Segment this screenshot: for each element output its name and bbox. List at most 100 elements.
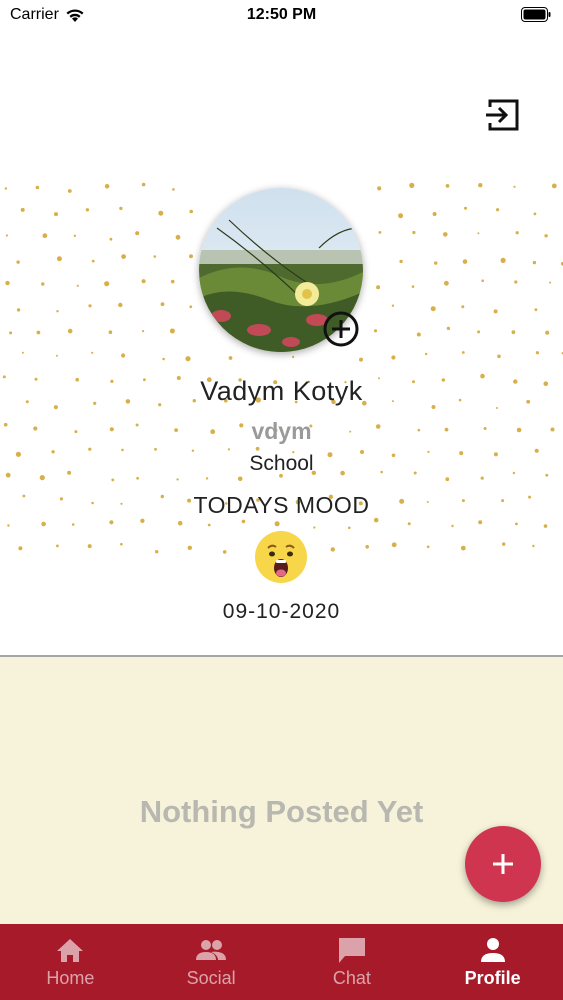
confetti-dot — [120, 542, 123, 546]
confetti-dot — [109, 237, 113, 241]
nav-label-social: Social — [186, 968, 236, 988]
confetti-dot — [446, 326, 451, 331]
confetti-dot — [140, 518, 145, 523]
confetti-dot — [56, 544, 59, 548]
confetti-dot — [7, 524, 10, 527]
confetti-dot — [532, 544, 535, 548]
confetti-dot — [56, 256, 62, 262]
confetti-dot — [533, 212, 537, 216]
confetti-dot — [227, 448, 230, 451]
confetti-dot — [411, 285, 415, 288]
confetti-dot — [255, 446, 260, 451]
confetti-dot — [41, 521, 46, 527]
confetti-dot — [502, 542, 506, 546]
confetti-dot — [481, 279, 485, 282]
confetti-dot — [464, 206, 467, 210]
confetti-dot — [376, 285, 381, 290]
confetti-dot — [104, 184, 110, 189]
confetti-dot — [445, 184, 450, 188]
mood-label: TODAYS MOOD — [193, 492, 370, 518]
chat-icon — [338, 938, 365, 963]
confetti-dot — [460, 545, 466, 551]
surprised-face-emoji[interactable] — [254, 530, 308, 584]
confetti-dot — [205, 477, 209, 480]
confetti-dot — [141, 279, 146, 284]
confetti-dot — [55, 354, 58, 357]
confetti-dot — [119, 206, 123, 211]
add-circle-icon[interactable] — [322, 310, 360, 348]
confetti-dot — [412, 230, 416, 235]
confetti-dot — [41, 282, 45, 286]
people-icon — [196, 940, 227, 960]
confetti-dot — [549, 281, 552, 284]
confetti-dot — [478, 183, 483, 188]
confetti-dot — [5, 280, 10, 286]
confetti-dot — [493, 309, 498, 314]
confetti-dot — [445, 477, 450, 482]
confetti-dot — [434, 261, 438, 265]
confetti-dot — [237, 476, 243, 482]
confetti-dot — [515, 522, 518, 526]
confetti-dot — [18, 546, 23, 551]
confetti-dot — [443, 232, 448, 237]
nav-item-home[interactable]: Home — [0, 924, 141, 1000]
confetti-dot — [544, 234, 548, 238]
logout-button[interactable] — [484, 96, 522, 134]
nav-item-chat[interactable]: Chat — [282, 924, 423, 1000]
person-icon — [480, 938, 505, 962]
confetti-dot — [42, 233, 48, 239]
confetti-dot — [71, 523, 75, 526]
confetti-dot — [511, 330, 516, 335]
confetti-dot — [170, 279, 175, 284]
confetti-dot — [462, 259, 468, 264]
confetti-dot — [54, 212, 58, 217]
confetti-dot — [189, 305, 193, 309]
confetti-dot — [135, 231, 140, 236]
confetti-dot — [228, 356, 233, 360]
confetti-dot — [222, 550, 227, 554]
confetti-dot — [177, 520, 183, 526]
confetti-dot — [480, 476, 484, 480]
confetti-dot — [16, 308, 21, 312]
confetti-dot — [76, 284, 79, 287]
confetti-dot — [391, 304, 395, 307]
confetti-dot — [104, 281, 110, 287]
confetti-dot — [377, 186, 382, 191]
nav-item-profile[interactable]: Profile — [422, 924, 563, 1000]
confetti-dot — [176, 478, 179, 481]
confetti-dot — [461, 305, 465, 309]
add-post-button[interactable] — [465, 826, 541, 902]
empty-posts-message: Nothing Posted Yet — [139, 794, 424, 829]
confetti-dot — [185, 356, 191, 362]
confetti-dot — [477, 232, 480, 235]
confetti-dot — [461, 351, 465, 354]
confetti-dot — [9, 331, 13, 335]
confetti-dot — [495, 407, 498, 409]
confetti-dot — [73, 234, 77, 237]
nav-label-home: Home — [46, 968, 95, 988]
confetti-dot — [20, 207, 25, 212]
confetti-dot — [391, 542, 397, 548]
confetti-dot — [391, 355, 396, 360]
confetti-dot — [292, 355, 295, 358]
confetti-dot — [121, 353, 126, 358]
confetti-dot — [142, 330, 145, 333]
bottom-nav: Home Social Chat Profile — [0, 924, 563, 1000]
confetti-dot — [330, 547, 335, 552]
confetti-dot — [121, 448, 124, 452]
nav-item-social[interactable]: Social — [141, 924, 282, 1000]
confetti-dot — [478, 520, 483, 525]
confetti-dot — [158, 210, 164, 216]
confetti-dot — [535, 351, 540, 355]
confetti-dot — [432, 212, 437, 216]
profile-name: Vadym Kotyk — [200, 376, 363, 406]
confetti-dot — [36, 330, 41, 335]
confetti-dot — [399, 259, 403, 264]
confetti-dot — [373, 329, 378, 333]
confetti-dot — [175, 234, 181, 240]
confetti-dot — [207, 523, 211, 527]
nav-label-profile: Profile — [464, 968, 521, 988]
confetti-dot — [513, 185, 516, 188]
confetti-dot — [85, 208, 90, 212]
confetti-dot — [153, 255, 157, 258]
